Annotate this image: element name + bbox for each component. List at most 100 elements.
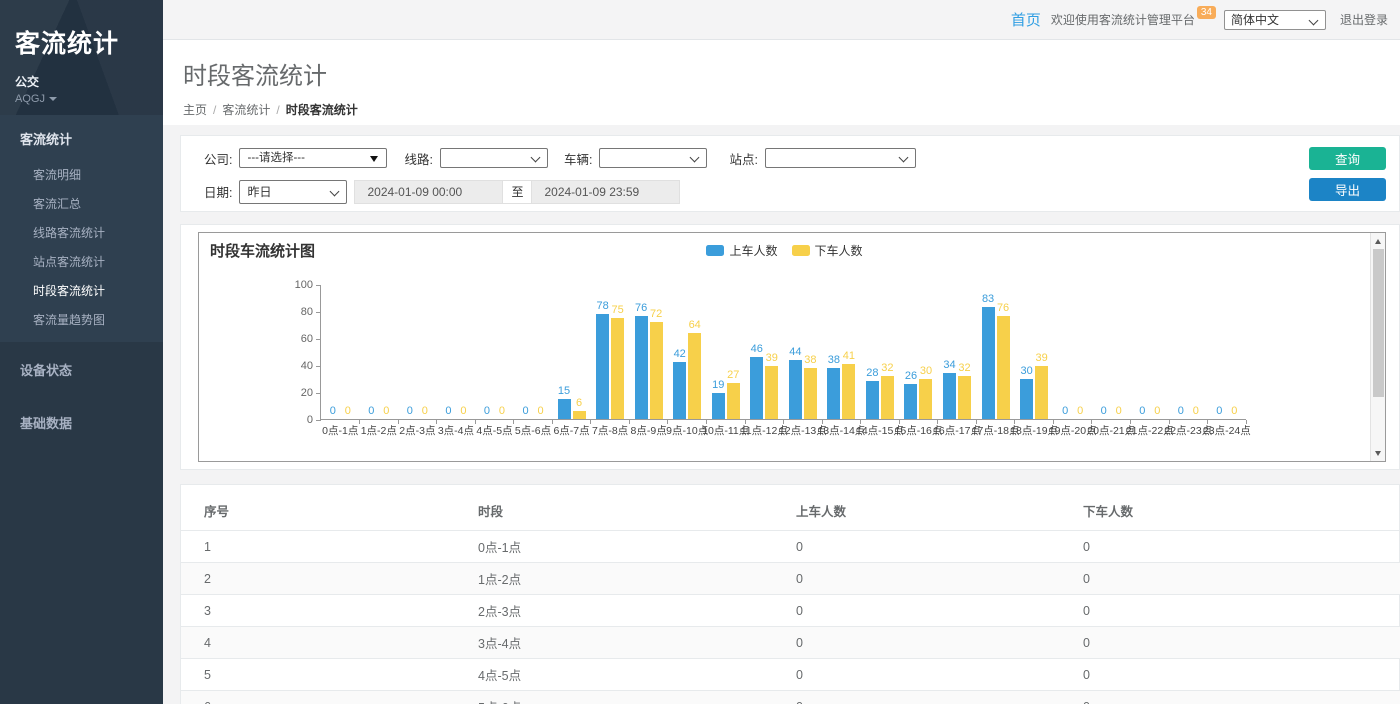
chart-bar[interactable] — [611, 318, 624, 419]
chart-category-8: 76728点-9点 — [629, 285, 668, 419]
home-link[interactable]: 首页 — [1011, 9, 1041, 30]
chart-bar[interactable] — [573, 411, 586, 419]
chart-category-2: 002点-3点 — [398, 285, 437, 419]
chart-bar[interactable] — [650, 322, 663, 419]
scroll-down-icon[interactable] — [1371, 446, 1385, 460]
bar-group: 72 — [650, 309, 663, 419]
bar-group: 0 — [519, 406, 532, 419]
chart-bar[interactable] — [804, 368, 817, 419]
chart-category-7: 78757点-8点 — [591, 285, 630, 419]
table-cell: 0 — [1083, 659, 1400, 691]
table-header-2: 上车人数 — [796, 485, 1083, 531]
chart-bar[interactable] — [1035, 366, 1048, 419]
table-cell: 6 — [181, 691, 478, 704]
date-end-input[interactable]: 2024-01-09 23:59 — [531, 180, 680, 204]
bar-group: 0 — [365, 406, 378, 419]
bar-value-label: 0 — [1178, 406, 1184, 417]
bar-value-label: 0 — [383, 406, 389, 417]
table-row: 65点-6点00 — [181, 691, 1400, 704]
sidebar-subitem-3[interactable]: 站点客流统计 — [0, 247, 163, 276]
table-cell: 2点-3点 — [478, 595, 796, 627]
chart-bar[interactable] — [919, 379, 932, 420]
y-axis-tick-label: 80 — [273, 306, 313, 318]
table-cell: 4点-5点 — [478, 659, 796, 691]
sidebar-item-other-0[interactable]: 设备状态 — [0, 348, 163, 391]
chart-bar[interactable] — [596, 314, 609, 419]
bar-group: 26 — [904, 371, 917, 419]
chart-bar[interactable] — [943, 373, 956, 419]
bar-value-label: 0 — [368, 406, 374, 417]
language-select[interactable]: 简体中文 — [1224, 10, 1326, 30]
company-select[interactable]: ---请选择--- — [239, 148, 387, 168]
bar-value-label: 0 — [1101, 406, 1107, 417]
filter-row-1: 公司: ---请选择--- 线路: 车辆: 站点: — [204, 147, 1399, 169]
vehicle-select[interactable] — [599, 148, 707, 168]
bar-group: 0 — [1059, 406, 1072, 419]
org-label: 公交 — [15, 73, 163, 90]
sidebar-item-passenger-stats[interactable]: 客流统计 — [0, 115, 163, 160]
sidebar-subitem-2[interactable]: 线路客流统计 — [0, 218, 163, 247]
bar-value-label: 32 — [958, 363, 970, 374]
bar-group: 0 — [495, 406, 508, 419]
date-preset-select[interactable]: 昨日 — [239, 180, 347, 204]
chart-bar[interactable] — [1020, 379, 1033, 420]
table-cell: 0 — [1083, 691, 1400, 704]
breadcrumb-item-1[interactable]: 客流统计 — [222, 103, 270, 117]
notification-badge[interactable]: 34 — [1197, 6, 1216, 19]
chart-bar[interactable] — [712, 393, 725, 419]
line-select[interactable] — [440, 148, 548, 168]
table-cell: 0 — [796, 691, 1083, 704]
chart-bar[interactable] — [958, 376, 971, 419]
bar-group: 0 — [442, 406, 455, 419]
chart-bar[interactable] — [688, 333, 701, 419]
scrollbar-thumb[interactable] — [1373, 249, 1384, 397]
chart-bar[interactable] — [789, 360, 802, 419]
logout-button[interactable]: 退出登录 — [1340, 11, 1388, 28]
bar-group: 0 — [1097, 406, 1110, 419]
query-button[interactable]: 查询 — [1309, 147, 1386, 170]
bar-value-label: 0 — [422, 406, 428, 417]
chart-bar[interactable] — [558, 399, 571, 419]
date-label: 日期: — [204, 182, 232, 201]
chart-vertical-scrollbar[interactable] — [1370, 233, 1385, 461]
chart-bar[interactable] — [982, 307, 995, 419]
sidebar-subitem-4[interactable]: 时段客流统计 — [0, 276, 163, 305]
table-cell: 0 — [796, 659, 1083, 691]
bar-value-label: 0 — [1139, 406, 1145, 417]
x-axis-label: 2点-3点 — [399, 423, 435, 438]
bar-value-label: 76 — [635, 303, 647, 314]
chart-bar[interactable] — [866, 381, 879, 419]
chart-bar[interactable] — [765, 366, 778, 419]
chart-bar[interactable] — [997, 316, 1010, 419]
bar-group: 0 — [403, 406, 416, 419]
chart-bar[interactable] — [727, 383, 740, 419]
chart-category-14: 283214点-15点 — [861, 285, 900, 419]
sidebar-subitem-5[interactable]: 客流量趋势图 — [0, 305, 163, 334]
export-button[interactable]: 导出 — [1309, 178, 1386, 201]
scroll-up-icon[interactable] — [1371, 234, 1385, 248]
chart-bar[interactable] — [750, 357, 763, 419]
chart-bar[interactable] — [904, 384, 917, 419]
chart-bar[interactable] — [635, 316, 648, 419]
bar-value-label: 32 — [881, 363, 893, 374]
bar-group: 76 — [635, 303, 648, 419]
sidebar-item-other-1[interactable]: 基础数据 — [0, 401, 163, 444]
y-axis-tick-label: 100 — [273, 279, 313, 291]
bar-value-label: 38 — [828, 355, 840, 366]
chart-bar[interactable] — [827, 368, 840, 419]
sidebar-subitem-0[interactable]: 客流明细 — [0, 160, 163, 189]
bar-group: 0 — [480, 406, 493, 419]
chart-bar[interactable] — [673, 362, 686, 419]
legend-item-0[interactable]: 上车人数 — [706, 242, 777, 259]
date-start-input[interactable]: 2024-01-09 00:00 — [354, 180, 503, 204]
legend-item-1[interactable]: 下车人数 — [792, 242, 863, 259]
bar-group: 0 — [1112, 406, 1125, 419]
sidebar-subitem-1[interactable]: 客流汇总 — [0, 189, 163, 218]
chart-bar[interactable] — [881, 376, 894, 419]
chart-bar[interactable] — [842, 364, 855, 419]
user-menu[interactable]: AQGJ — [15, 93, 163, 105]
bar-value-label: 0 — [1062, 406, 1068, 417]
station-select[interactable] — [765, 148, 916, 168]
breadcrumb-item-0[interactable]: 主页 — [183, 103, 207, 117]
bar-group: 83 — [982, 294, 995, 419]
